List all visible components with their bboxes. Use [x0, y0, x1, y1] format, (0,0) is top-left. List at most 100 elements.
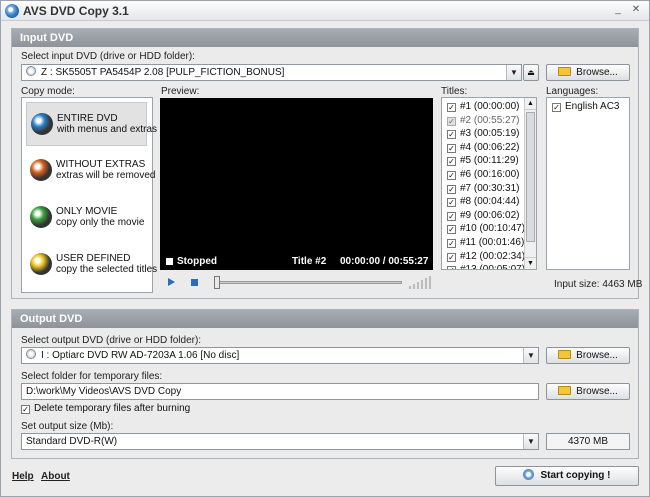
app-window: AVS DVD Copy 3.1 _ ✕ Input DVD Select in… [0, 0, 650, 497]
title-bar: AVS DVD Copy 3.1 _ ✕ [1, 1, 649, 21]
checkbox-checked-icon[interactable]: ✓ [447, 143, 456, 153]
title-label: #6 (00:16:00) [460, 168, 520, 180]
user-defined-icon [30, 253, 52, 275]
title-label: #7 (00:30:31) [460, 182, 520, 194]
title-item[interactable]: ✓ #10 (00:10:47) [442, 222, 536, 236]
title-label: #2 (00:55:27) [460, 114, 520, 126]
title-item[interactable]: ✓ #8 (00:04:44) [442, 195, 536, 209]
language-item[interactable]: ✓ English AC3 [547, 100, 629, 114]
input-select-label: Select input DVD (drive or HDD folder): [21, 51, 195, 62]
title-item[interactable]: ✓ #9 (00:06:02) [442, 209, 536, 223]
copy-mode-label: Copy mode: [21, 86, 75, 97]
title-label: #13 (00:05:07) [460, 264, 526, 270]
disc-icon [523, 469, 535, 480]
titles-scrollbar[interactable]: ▲ ▼ [524, 98, 536, 269]
start-copying-button[interactable]: Start copying ! [495, 466, 639, 486]
input-drive-select[interactable]: Z : SK5505T PA5454P 2.08 [PULP_FICTION_B… [21, 64, 522, 81]
player-title: Title #2 [292, 256, 327, 267]
delete-temp-checkbox[interactable]: ✓ Delete temporary files after burning [21, 403, 190, 414]
title-item[interactable]: ✓ #2 (00:55:27) [442, 114, 536, 128]
scroll-down-icon[interactable]: ▼ [525, 257, 536, 269]
copy-mode-option[interactable]: ENTIRE DVD with menus and extras [26, 102, 157, 146]
without-extras-icon [30, 159, 52, 181]
title-item[interactable]: ✓ #11 (00:01:46) [442, 236, 536, 250]
entire-dvd-icon [31, 113, 53, 135]
input-browse-button[interactable]: Browse... [546, 64, 630, 81]
output-size-select[interactable]: Standard DVD-R(W) ▼ [21, 433, 539, 450]
output-drive-value: I : Optiarc DVD RW AD-7203A 1.06 [No dis… [41, 350, 240, 361]
scroll-thumb[interactable] [526, 112, 535, 242]
copy-mode-desc: extras will be removed [56, 170, 156, 181]
checkbox-checked-icon[interactable]: ✓ [447, 266, 456, 269]
title-item[interactable]: ✓ #12 (00:02:34) [442, 250, 536, 264]
title-label: #5 (00:11:29) [460, 155, 519, 167]
play-button[interactable] [168, 278, 175, 286]
title-item[interactable]: ✓ #5 (00:11:29) [442, 154, 536, 168]
output-browse-button[interactable]: Browse... [546, 347, 630, 364]
eject-icon: ⏏ [527, 68, 535, 77]
temp-folder-input[interactable]: D:\work\My Videos\AVS DVD Copy [21, 383, 539, 400]
delete-temp-label: Delete temporary files after burning [34, 403, 191, 414]
copy-mode-option[interactable]: ONLY MOVIE copy only the movie [26, 196, 147, 240]
chevron-down-icon[interactable]: ▼ [506, 65, 521, 80]
stop-button[interactable] [191, 279, 198, 286]
title-label: #1 (00:00:00) [460, 101, 520, 112]
title-item[interactable]: ✓ #1 (00:00:00) [442, 100, 536, 114]
checkbox-checked-icon[interactable]: ✓ [447, 252, 456, 262]
checkbox-checked-icon[interactable]: ✓ [21, 405, 30, 414]
output-drive-select[interactable]: I : Optiarc DVD RW AD-7203A 1.06 [No dis… [21, 347, 539, 364]
volume-icon[interactable] [409, 275, 433, 289]
checkbox-checked-icon[interactable]: ✓ [447, 198, 456, 208]
titles-list: ✓ #1 (00:00:00) ✓ #2 (00:55:27) ✓ #3 (00:05:1… [441, 97, 537, 270]
title-label: #8 (00:04:44) [460, 196, 520, 208]
player-status: Stopped [177, 256, 217, 267]
chevron-down-icon[interactable]: ▼ [523, 434, 538, 449]
title-label: #3 (00:05:19) [460, 128, 520, 140]
temp-browse-button[interactable]: Browse... [546, 383, 630, 400]
about-link[interactable]: About [41, 471, 70, 482]
copy-mode-desc: copy the selected titles [56, 264, 158, 275]
video-preview: Stopped Title #2 00:00:00 / 00:55:27 [160, 98, 433, 270]
checkbox-checked-icon[interactable]: ✓ [447, 130, 456, 140]
title-item[interactable]: ✓ #7 (00:30:31) [442, 182, 536, 196]
copy-mode-desc: with menus and extras [57, 124, 158, 135]
eject-button[interactable]: ⏏ [523, 64, 539, 81]
languages-label: Languages: [546, 86, 599, 97]
checkbox-checked-icon[interactable]: ✓ [447, 238, 456, 248]
copy-mode-title: ONLY MOVIE [56, 206, 118, 217]
title-label: #4 (00:06:22) [460, 141, 520, 153]
close-button[interactable]: ✕ [629, 4, 643, 17]
checkbox-checked-icon[interactable]: ✓ [447, 184, 456, 194]
scroll-up-icon[interactable]: ▲ [525, 98, 536, 110]
checkbox-checked-icon[interactable]: ✓ [447, 116, 456, 126]
seek-bar[interactable] [214, 276, 402, 289]
copy-mode-option[interactable]: USER DEFINED copy the selected titles [26, 243, 157, 287]
copy-mode-option[interactable]: WITHOUT EXTRAS extras will be removed [26, 149, 155, 193]
seek-handle[interactable] [214, 276, 220, 289]
checkbox-checked-icon[interactable]: ✓ [552, 103, 561, 112]
chevron-down-icon[interactable]: ▼ [523, 348, 538, 363]
output-select-label: Select output DVD (drive or HDD folder): [21, 335, 202, 346]
title-item[interactable]: ✓ #4 (00:06:22) [442, 141, 536, 155]
checkbox-checked-icon[interactable]: ✓ [447, 103, 456, 112]
input-dvd-header: Input DVD [12, 29, 638, 47]
help-link[interactable]: Help [12, 471, 34, 482]
minimize-button[interactable]: _ [611, 4, 625, 17]
checkbox-checked-icon[interactable]: ✓ [447, 170, 456, 180]
copy-mode-title: USER DEFINED [56, 253, 131, 264]
only-movie-icon [30, 206, 52, 228]
title-item[interactable]: ✓ #6 (00:16:00) [442, 168, 536, 182]
title-item[interactable]: ✓ #13 (00:05:07) [442, 263, 536, 270]
input-drive-value: Z : SK5505T PA5454P 2.08 [PULP_FICTION_B… [41, 67, 285, 78]
checkbox-checked-icon[interactable]: ✓ [447, 225, 456, 235]
input-size: Input size: 4463 MB [554, 279, 643, 290]
output-size-value: Standard DVD-R(W) [26, 436, 118, 447]
checkbox-checked-icon[interactable]: ✓ [447, 157, 456, 167]
checkbox-checked-icon[interactable]: ✓ [447, 211, 456, 221]
title-item[interactable]: ✓ #3 (00:05:19) [442, 127, 536, 141]
temp-folder-label: Select folder for temporary files: [21, 371, 163, 382]
titles-label: Titles: [441, 86, 468, 97]
output-dvd-header: Output DVD [12, 310, 638, 328]
app-logo-icon [5, 4, 19, 18]
temp-browse-label: Browse... [576, 386, 618, 397]
